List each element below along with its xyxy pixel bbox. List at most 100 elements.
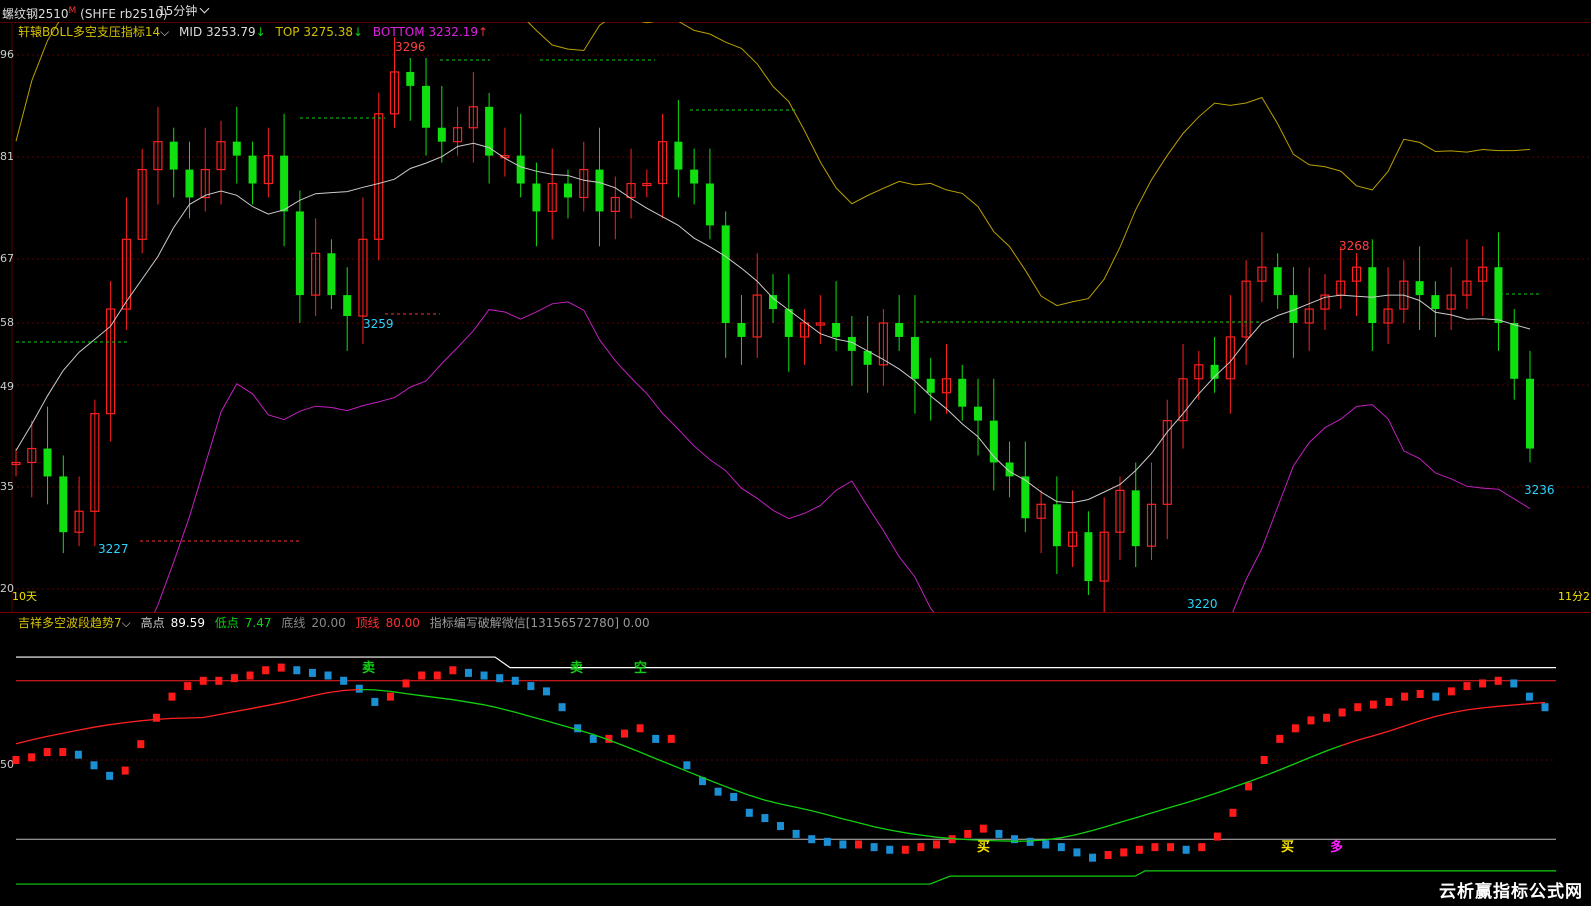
oscillator-bar bbox=[1213, 832, 1221, 841]
oscillator-bar bbox=[1135, 845, 1143, 854]
watermark: 云析赢指标公式网 bbox=[1439, 882, 1583, 902]
oscillator-bar bbox=[1447, 687, 1455, 696]
oscillator-bar bbox=[1011, 835, 1019, 844]
candle-body bbox=[895, 323, 904, 337]
oscillator-bar bbox=[1198, 843, 1206, 852]
oscillator-bar bbox=[1369, 700, 1377, 709]
oscillator-bar bbox=[168, 692, 176, 701]
low-line bbox=[16, 870, 1556, 885]
oscillator-bar bbox=[199, 676, 207, 685]
candle-body bbox=[1510, 323, 1519, 379]
oscillator-bar bbox=[90, 761, 98, 770]
chevron-down-icon[interactable]: ⌵ bbox=[160, 25, 169, 39]
trough-label: 3259 bbox=[363, 317, 394, 331]
oscillator-bar bbox=[1541, 703, 1549, 712]
candle-body bbox=[1494, 267, 1503, 323]
candle-body bbox=[437, 127, 446, 142]
signal-line bbox=[1341, 701, 1546, 746]
oscillator-bar bbox=[1525, 692, 1533, 701]
oscillator-bar bbox=[730, 792, 738, 801]
axis-tick: 67 bbox=[0, 252, 14, 265]
oscillator-bar bbox=[1494, 676, 1502, 685]
oscillator-bar bbox=[870, 843, 878, 852]
oscillator-bar bbox=[418, 671, 426, 680]
signal-marker: 多 bbox=[1330, 840, 1344, 855]
oscillator-bar bbox=[1401, 692, 1409, 701]
oscillator-bar bbox=[59, 748, 67, 757]
oscillator-bar bbox=[1276, 734, 1284, 743]
candle-body bbox=[705, 183, 714, 226]
chevron-down-icon bbox=[199, 3, 210, 14]
oscillator-bar bbox=[901, 845, 909, 854]
top-value: TOP 3275.38 bbox=[275, 25, 353, 39]
oscillator-bar bbox=[106, 771, 114, 780]
oscillator-bar bbox=[1385, 697, 1393, 706]
oscillator-bar bbox=[823, 837, 831, 846]
oscillator-bar bbox=[1182, 845, 1190, 854]
oscillator-bar bbox=[792, 829, 800, 838]
oscillator-bar bbox=[1245, 782, 1253, 791]
oscillator-bar bbox=[1323, 713, 1331, 722]
oscillator-bar bbox=[1073, 848, 1081, 857]
boll-bottom-line bbox=[154, 301, 1531, 612]
candle-body bbox=[690, 169, 699, 184]
candle-body bbox=[327, 253, 336, 296]
oscillator-bar bbox=[215, 676, 223, 685]
oscillator-bar bbox=[886, 845, 894, 854]
arrow-down-icon: ↓ bbox=[255, 25, 266, 39]
oscillator-bar bbox=[652, 734, 660, 743]
oscillator-bar bbox=[636, 724, 644, 733]
signal-marker: 卖 bbox=[570, 661, 584, 676]
axis-tick: 49 bbox=[0, 380, 14, 393]
oscillator-bar bbox=[293, 666, 301, 675]
oscillator-bar bbox=[979, 824, 987, 833]
candle-body bbox=[59, 476, 68, 533]
candle-body bbox=[343, 295, 352, 317]
oscillator-bar bbox=[1354, 703, 1362, 712]
oscillator-bar bbox=[1120, 848, 1128, 857]
candle-body bbox=[563, 183, 572, 198]
right-range-label: 11分2 bbox=[1558, 590, 1590, 603]
oscillator-bar bbox=[1416, 690, 1424, 698]
peak-label: 3268 bbox=[1339, 239, 1370, 253]
candle-body bbox=[974, 406, 983, 421]
oscillator-bar bbox=[12, 756, 20, 764]
oscillator-bar bbox=[1307, 716, 1315, 725]
candle-body bbox=[280, 155, 289, 212]
oscillator-bar bbox=[667, 734, 675, 743]
main-price-chart[interactable] bbox=[0, 22, 1591, 612]
candle-body bbox=[43, 448, 52, 477]
trough-label: 3220 bbox=[1187, 597, 1218, 611]
candle-body bbox=[1415, 281, 1424, 296]
candle-body bbox=[784, 309, 793, 337]
bottom-value: BOTTOM 3232.19 bbox=[372, 25, 479, 39]
candle-body bbox=[1131, 490, 1140, 547]
oscillator-chart[interactable] bbox=[0, 614, 1591, 906]
oscillator-bar bbox=[1479, 679, 1487, 688]
candle-body bbox=[1084, 532, 1093, 582]
period-selector[interactable]: 15分钟 bbox=[158, 0, 210, 22]
candle-body bbox=[169, 141, 178, 170]
signal-line bbox=[15, 688, 360, 745]
signal-marker: 买 bbox=[977, 840, 991, 855]
oscillator-bar bbox=[855, 840, 863, 849]
oscillator-bar bbox=[714, 787, 722, 796]
oscillator-bar bbox=[464, 668, 472, 677]
oscillator-bar bbox=[1151, 843, 1159, 852]
oscillator-bar bbox=[355, 684, 363, 693]
candle-body bbox=[295, 211, 304, 296]
oscillator-bar bbox=[121, 766, 129, 775]
oscillator-bar bbox=[1463, 682, 1471, 691]
candle-body bbox=[1052, 504, 1061, 547]
oscillator-bar bbox=[1026, 837, 1034, 846]
candle-body bbox=[185, 169, 194, 198]
oscillator-bar bbox=[449, 666, 457, 675]
pane-divider[interactable] bbox=[0, 612, 1591, 613]
oscillator-bar bbox=[496, 674, 504, 683]
oscillator-bar bbox=[246, 671, 254, 680]
indicator-name[interactable]: 轩辕BOLL多空支压指标14 bbox=[18, 25, 160, 39]
oscillator-bar bbox=[620, 729, 628, 738]
axis-tick: 81 bbox=[0, 150, 14, 163]
candle-body bbox=[910, 336, 919, 379]
candle-body bbox=[958, 378, 967, 407]
